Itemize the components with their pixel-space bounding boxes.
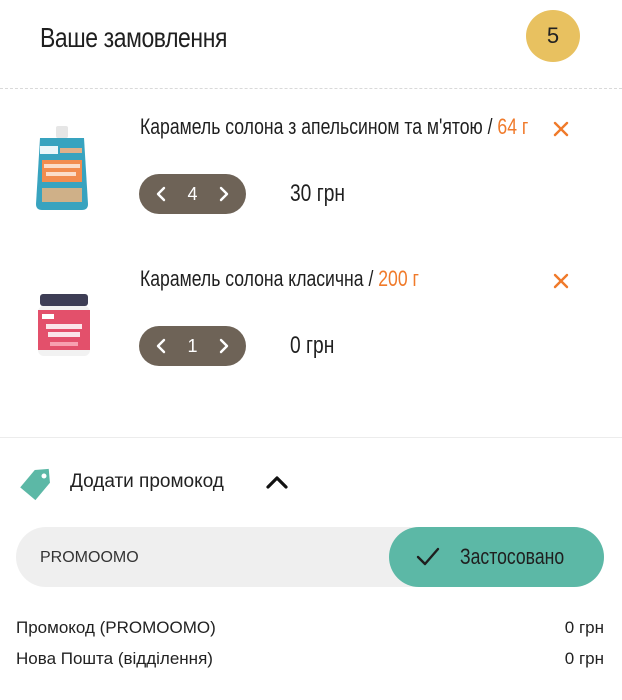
item-count-badge: 5 — [526, 10, 580, 62]
summary-value: 0 грн — [564, 618, 604, 637]
chevron-right-icon — [219, 186, 229, 202]
product-weight: 200 г — [378, 266, 419, 291]
remove-item-button[interactable] — [550, 118, 572, 140]
quantity-value: 4 — [187, 183, 198, 204]
close-icon — [553, 121, 569, 137]
chevron-up-icon — [266, 476, 288, 489]
product-title[interactable]: Карамель солона класична / — [140, 266, 378, 291]
summary-label: Промокод (PROMOOMO) — [16, 618, 216, 637]
cart-item: Карамель солона з апельсином та м'ятою /… — [0, 100, 622, 220]
summary-row-promo: Промокод (PROMOOMO) 0 грн — [16, 615, 604, 641]
remove-item-button[interactable] — [550, 270, 572, 292]
tag-icon — [20, 468, 50, 501]
header-divider — [0, 88, 622, 89]
promo-code-bar: Застосовано — [16, 527, 604, 589]
close-icon — [553, 273, 569, 289]
apply-promo-button[interactable]: Застосовано — [389, 527, 604, 587]
promo-toggle[interactable]: Додати промокод — [16, 462, 290, 502]
pouch-product-icon — [36, 126, 88, 210]
quantity-value: 1 — [187, 335, 198, 356]
chevron-left-icon — [156, 338, 166, 354]
promo-code-input[interactable] — [38, 527, 382, 589]
chevron-right-icon — [219, 338, 229, 354]
decrease-quantity-button[interactable] — [153, 338, 169, 354]
product-name[interactable]: Карамель солона класична / 200 г — [140, 266, 419, 292]
product-title[interactable]: Карамель солона з апельсином та м'ятою / — [140, 114, 497, 139]
summary-value: 0 грн — [564, 649, 604, 668]
product-name[interactable]: Карамель солона з апельсином та м'ятою /… — [140, 114, 528, 140]
page-title: Ваше замовлення — [40, 22, 227, 53]
product-weight: 64 г — [497, 114, 529, 139]
quantity-stepper: 1 — [139, 326, 246, 366]
order-header: Ваше замовлення 5 — [0, 0, 622, 88]
items-divider — [0, 437, 622, 438]
item-price: 0 грн — [290, 332, 335, 359]
increase-quantity-button[interactable] — [216, 186, 232, 202]
jar-product-icon — [38, 294, 90, 356]
cart-item: Карамель солона класична / 200 г 1 0 грн — [0, 254, 622, 374]
quantity-stepper: 4 — [139, 174, 246, 214]
item-price: 30 грн — [290, 180, 345, 207]
apply-promo-label: Застосовано — [460, 544, 565, 569]
summary-row-delivery: Нова Пошта (відділення) 0 грн — [16, 646, 604, 672]
promo-toggle-label: Додати промокод — [70, 471, 224, 492]
summary-label: Нова Пошта (відділення) — [16, 649, 213, 668]
chevron-left-icon — [156, 186, 166, 202]
increase-quantity-button[interactable] — [216, 338, 232, 354]
decrease-quantity-button[interactable] — [153, 186, 169, 202]
checkmark-icon — [417, 547, 440, 566]
